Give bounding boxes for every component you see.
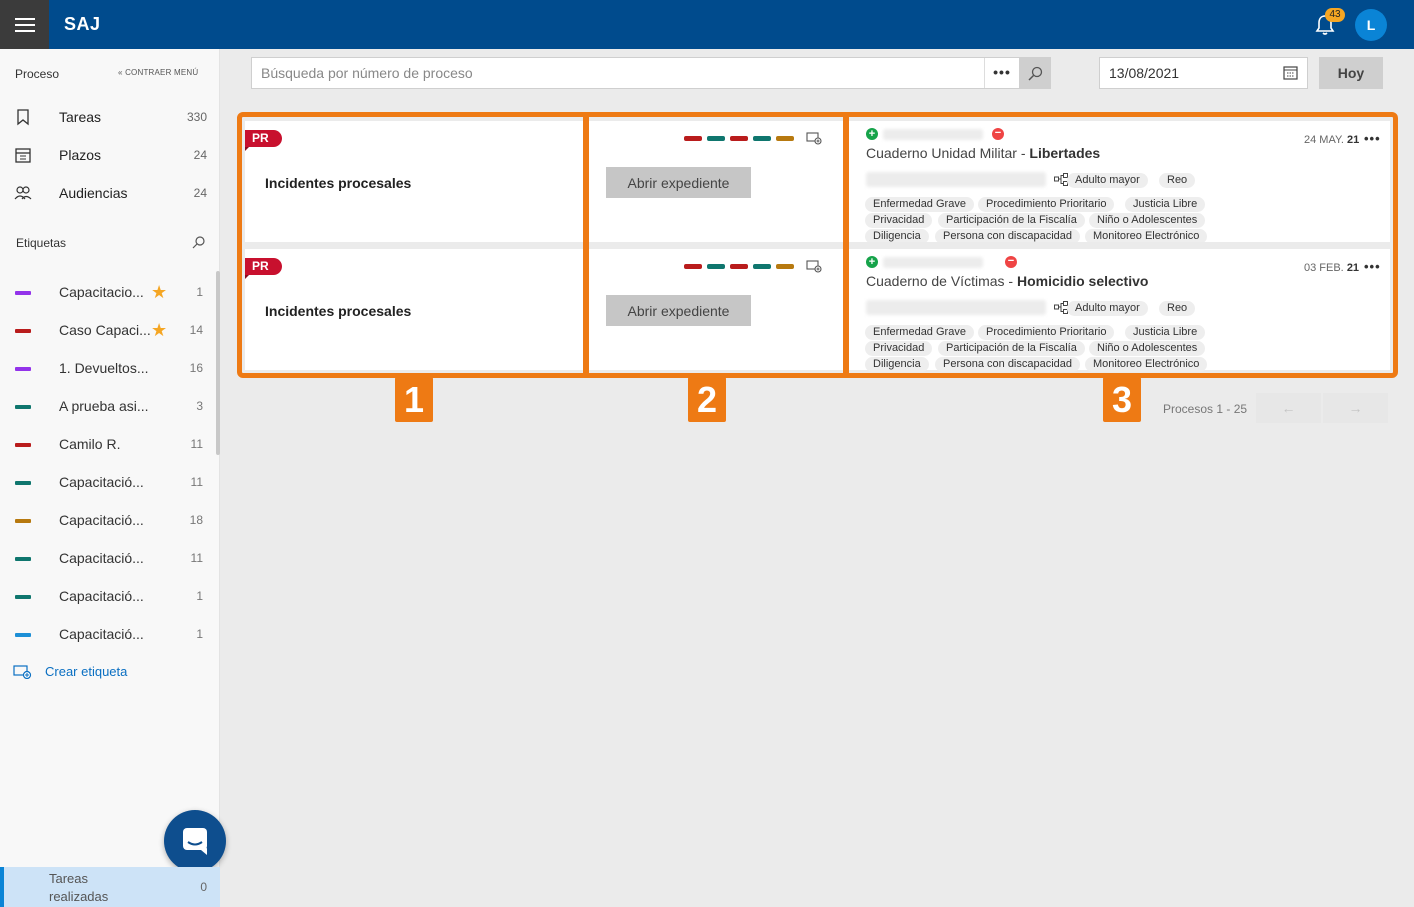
tag-count: 3: [196, 399, 203, 413]
star-icon[interactable]: ★: [151, 320, 167, 341]
user-avatar[interactable]: L: [1355, 9, 1387, 41]
nav-count: 24: [193, 186, 207, 200]
search-icon: [1027, 66, 1042, 81]
tag-color-swatch: [15, 367, 31, 371]
search-button[interactable]: [1019, 58, 1051, 88]
calendar-icon: [15, 148, 31, 163]
chat-icon: [183, 828, 207, 855]
highlight-divider: [843, 117, 849, 373]
menu-button[interactable]: [0, 0, 49, 49]
nav-label: Tareas: [59, 109, 102, 125]
tag-color-swatch: [15, 557, 31, 561]
create-tag-link[interactable]: Crear etiqueta: [13, 664, 127, 679]
next-page-button[interactable]: →: [1323, 393, 1388, 423]
search-input[interactable]: [252, 58, 984, 88]
today-button[interactable]: Hoy: [1319, 57, 1383, 89]
tag-label: Capacitació...: [59, 588, 144, 604]
step-number-2: 2: [688, 377, 726, 422]
tag-label: Capacitació...: [59, 474, 144, 490]
tag-item[interactable]: Capacitació... 18: [0, 502, 220, 538]
pagination-label: Procesos 1 - 25: [1163, 402, 1248, 416]
search-box: •••: [251, 57, 1051, 89]
highlight-frame: [237, 112, 1398, 378]
nav-item-deadlines[interactable]: Plazos 24: [0, 137, 220, 173]
tag-color-swatch: [15, 405, 31, 409]
notification-badge: 43: [1325, 8, 1345, 22]
tag-label: 1. Devueltos...: [59, 360, 149, 376]
completed-tasks-item[interactable]: Tareas realizadas 0: [0, 867, 220, 907]
tag-item[interactable]: Caso Capaci... ★ 14: [0, 312, 220, 348]
tag-count: 11: [190, 551, 203, 565]
search-options-button[interactable]: •••: [984, 58, 1019, 88]
tag-item[interactable]: A prueba asi... 3: [0, 388, 220, 424]
nav-count: 24: [193, 148, 207, 162]
tag-item[interactable]: Capacitació... 1: [0, 616, 220, 652]
app-header: SAJ 43 L: [0, 0, 1414, 49]
tag-count: 16: [189, 361, 203, 375]
highlight-divider: [583, 117, 589, 373]
tag-label: A prueba asi...: [59, 398, 149, 414]
tag-color-swatch: [15, 633, 31, 637]
nav-label: Plazos: [59, 147, 102, 163]
tag-color-swatch: [15, 519, 31, 523]
nav-label: Audiencias: [59, 185, 128, 201]
tag-count: 18: [189, 513, 203, 527]
completed-tasks-label: Tareas realizadas: [49, 871, 109, 904]
tag-label: Capacitació...: [59, 550, 144, 566]
previous-page-button[interactable]: ←: [1256, 393, 1321, 423]
date-input[interactable]: [1100, 58, 1275, 88]
search-tags-icon[interactable]: [192, 235, 206, 249]
people-icon: [14, 186, 32, 200]
collapse-menu-button[interactable]: « CONTRAER MENÚ: [118, 68, 198, 77]
tag-count: 1: [196, 285, 203, 299]
tag-item[interactable]: 1. Devueltos... 16: [0, 350, 220, 386]
tag-color-swatch: [15, 329, 31, 333]
tag-color-swatch: [15, 481, 31, 485]
nav-item-tasks[interactable]: Tareas 330: [0, 99, 220, 135]
tag-label: Capacitació...: [59, 512, 144, 528]
tag-item[interactable]: Capacitació... 11: [0, 464, 220, 500]
tag-count: 1: [196, 627, 203, 641]
chat-button[interactable]: [164, 810, 226, 872]
tag-item[interactable]: Capacitació... 1: [0, 578, 220, 614]
tag-label: Capacitació...: [59, 626, 144, 642]
tag-color-swatch: [15, 443, 31, 447]
tag-item[interactable]: Camilo R. 11: [0, 426, 220, 462]
tag-label: Capacitacio...: [59, 284, 144, 300]
step-number-3: 3: [1103, 377, 1141, 422]
create-tag-label: Crear etiqueta: [45, 664, 128, 679]
menu-icon-line: [14, 23, 35, 26]
tag-label: Camilo R.: [59, 436, 121, 452]
date-picker: [1099, 57, 1308, 89]
calendar-icon[interactable]: [1283, 65, 1298, 80]
tag-color-swatch: [15, 595, 31, 599]
completed-tasks-count: 0: [200, 880, 207, 894]
add-tag-icon: [13, 664, 32, 679]
sidebar-scrollbar[interactable]: [216, 271, 220, 455]
tag-count: 14: [189, 323, 203, 337]
sidebar: Proceso « CONTRAER MENÚ Tareas 330 Plazo…: [0, 49, 226, 907]
step-number-1: 1: [395, 377, 433, 422]
menu-icon-line: [14, 17, 35, 20]
section-title-process: Proceso: [15, 67, 60, 81]
star-icon[interactable]: ★: [151, 282, 167, 303]
tag-item[interactable]: Capacitacio... ★ 1: [0, 274, 220, 310]
tag-count: 1: [196, 589, 203, 603]
app-brand: SAJ: [64, 14, 101, 34]
tag-color-swatch: [15, 291, 31, 295]
section-title-tags: Etiquetas: [16, 236, 67, 250]
tag-count: 11: [190, 437, 203, 451]
tag-label: Caso Capaci...: [59, 322, 151, 338]
tag-item[interactable]: Capacitació... 11: [0, 540, 220, 576]
bookmark-icon: [17, 109, 29, 126]
nav-item-hearings[interactable]: Audiencias 24: [0, 175, 220, 211]
nav-count: 330: [186, 110, 207, 124]
tag-count: 11: [190, 475, 203, 489]
menu-icon-line: [14, 29, 35, 32]
